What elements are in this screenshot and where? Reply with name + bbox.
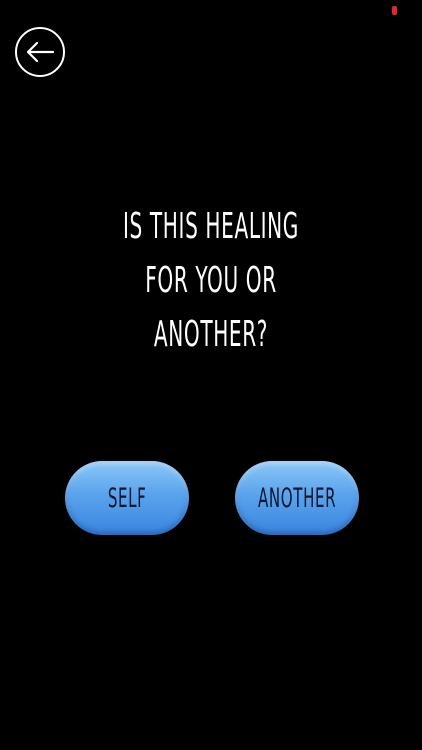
back-button[interactable] (15, 27, 65, 77)
question-text: IS THIS HEALING FOR YOU OR ANOTHER? (80, 200, 342, 362)
arrow-left-icon (26, 41, 55, 63)
self-button[interactable]: SELF (65, 461, 189, 535)
question-line: FOR YOU OR (145, 260, 277, 301)
another-button[interactable]: ANOTHER (235, 461, 359, 535)
question-line: IS THIS HEALING (123, 206, 299, 247)
status-indicator (392, 6, 397, 15)
question-line: ANOTHER? (153, 314, 269, 355)
self-button-label: SELF (107, 482, 147, 514)
another-button-label: ANOTHER (257, 482, 337, 514)
